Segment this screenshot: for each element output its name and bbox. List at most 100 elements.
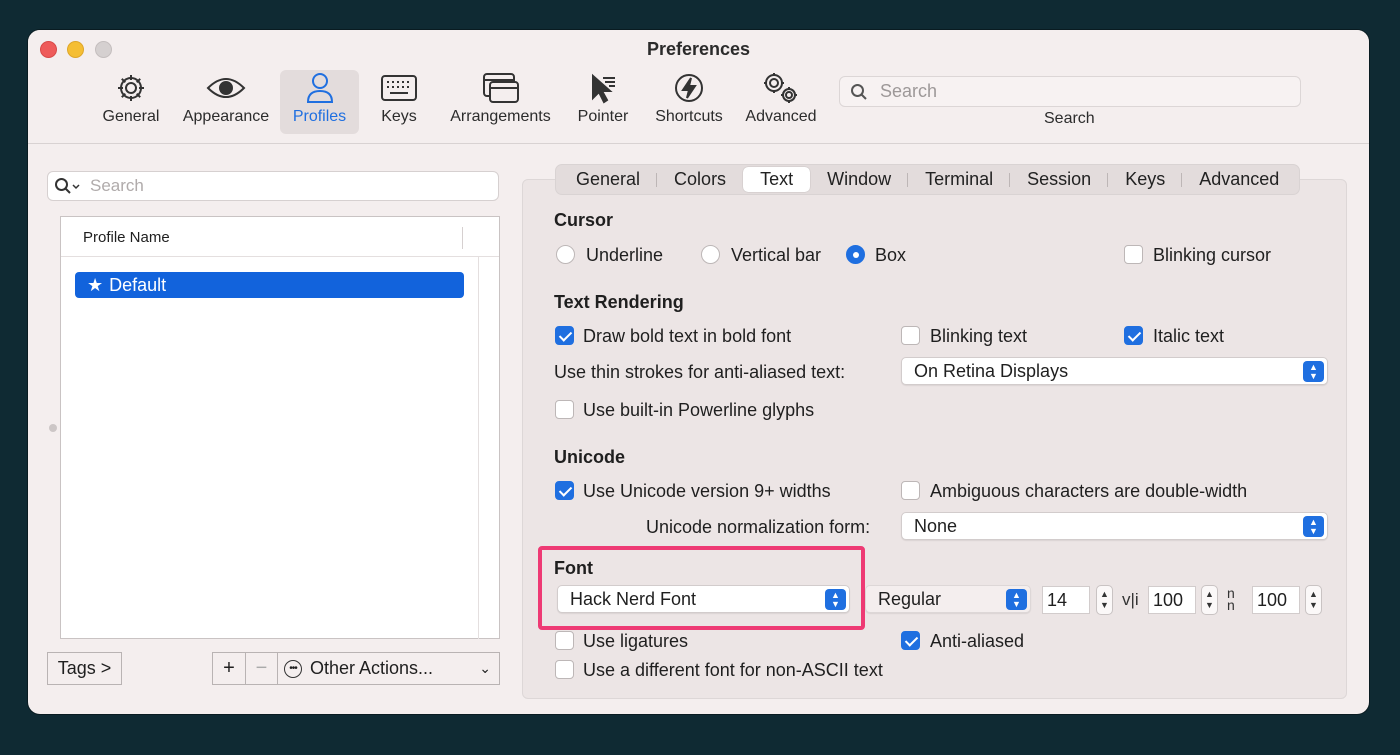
preferences-search-field[interactable] — [839, 76, 1301, 107]
toolbar-advanced[interactable]: Advanced — [740, 70, 822, 134]
blinking-cursor-checkbox[interactable] — [1124, 245, 1143, 264]
anti-aliased-checkbox[interactable] — [901, 631, 920, 650]
powerline-checkbox[interactable] — [555, 400, 574, 419]
anti-aliased-label[interactable]: Anti-aliased — [930, 631, 1024, 652]
tab-advanced[interactable]: Advanced — [1182, 167, 1296, 192]
search-dropdown-icon[interactable] — [54, 177, 80, 195]
non-ascii-font-label[interactable]: Use a different font for non-ASCII text — [583, 660, 883, 681]
italic-text-checkbox[interactable] — [1124, 326, 1143, 345]
cursor-box-radio[interactable] — [846, 245, 865, 264]
vertical-spacing-field[interactable]: 100 — [1252, 586, 1300, 614]
profile-row-default[interactable]: ★ Default — [75, 272, 464, 298]
horizontal-spacing-field[interactable]: 100 — [1148, 586, 1196, 614]
thin-strokes-label: Use thin strokes for anti-aliased text: — [554, 362, 846, 382]
chevron-down-icon: ⌄ — [479, 660, 491, 676]
other-actions-label: Other Actions... — [310, 658, 434, 678]
cursor-box-label[interactable]: Box — [875, 245, 906, 266]
font-section-title: Font — [554, 558, 593, 578]
unicode-v9-label[interactable]: Use Unicode version 9+ widths — [583, 481, 831, 502]
search-label: Search — [1044, 110, 1095, 127]
bold-font-label[interactable]: Draw bold text in bold font — [583, 326, 791, 347]
tab-keys[interactable]: Keys — [1108, 167, 1183, 192]
font-family-value: Hack Nerd Font — [570, 588, 697, 609]
remove-profile-button[interactable]: − — [246, 653, 278, 684]
blinking-cursor-label[interactable]: Blinking cursor — [1153, 245, 1271, 266]
toolbar-pointer[interactable]: Pointer — [570, 70, 636, 134]
thin-strokes-value: On Retina Displays — [914, 360, 1069, 381]
cursor-vertical-bar-label[interactable]: Vertical bar — [731, 245, 821, 266]
ambiguous-width-checkbox[interactable] — [901, 481, 920, 500]
horizontal-spacing-icon: v|i — [1122, 590, 1139, 609]
keyboard-icon — [381, 75, 417, 101]
tab-window[interactable]: Window — [810, 167, 909, 192]
vertical-spacing-icon: nn — [1227, 585, 1235, 613]
profile-tabs: General Colors Text Window Terminal Sess… — [555, 164, 1301, 195]
font-family-popup[interactable]: Hack Nerd Font ▲ ▼ — [557, 585, 850, 613]
column-divider — [462, 227, 463, 249]
italic-text-label[interactable]: Italic text — [1153, 326, 1224, 347]
profile-name: Default — [109, 274, 167, 295]
updown-arrows-icon: ▲ ▼ — [825, 589, 846, 610]
ligatures-checkbox[interactable] — [555, 631, 574, 650]
tab-general[interactable]: General — [559, 167, 658, 192]
list-scroll-divider — [478, 257, 479, 639]
bolt-icon — [675, 74, 703, 102]
thin-strokes-popup[interactable]: On Retina Displays ▲ ▼ — [901, 357, 1328, 385]
cursor-underline-radio[interactable] — [556, 245, 575, 264]
toolbar-arrangements[interactable]: Arrangements — [443, 70, 558, 134]
toolbar-keys[interactable]: Keys — [372, 70, 426, 134]
horizontal-spacing-stepper[interactable]: ▲ ▼ — [1201, 585, 1218, 615]
non-ascii-font-checkbox[interactable] — [555, 660, 574, 679]
font-size-field[interactable]: 14 — [1042, 586, 1090, 614]
cursor-underline-label[interactable]: Underline — [586, 245, 663, 266]
cursor-vertical-bar-radio[interactable] — [701, 245, 720, 264]
gear-icon — [118, 75, 144, 101]
profile-actions-group: + − ••• Other Actions... ⌄ — [212, 652, 500, 685]
tab-colors[interactable]: Colors — [657, 167, 743, 192]
ligatures-label[interactable]: Use ligatures — [583, 631, 688, 652]
powerline-label[interactable]: Use built-in Powerline glyphs — [583, 400, 814, 421]
split-view-handle[interactable] — [49, 424, 57, 432]
font-style-popup[interactable]: Regular ▲ ▼ — [865, 585, 1031, 613]
tab-text[interactable]: Text — [743, 167, 811, 192]
updown-arrows-icon: ▲ ▼ — [1006, 589, 1027, 610]
toolbar-profiles[interactable]: Profiles — [280, 70, 359, 134]
cursor-section-title: Cursor — [554, 210, 614, 230]
tags-button[interactable]: Tags > — [47, 652, 122, 685]
unicode-section-title: Unicode — [554, 447, 626, 467]
normalization-popup[interactable]: None ▲ ▼ — [901, 512, 1328, 540]
other-actions-menu[interactable]: ••• Other Actions... ⌄ — [278, 653, 499, 684]
preferences-window: Preferences General Appearance Profiles … — [28, 30, 1369, 714]
updown-arrows-icon: ▲ ▼ — [1303, 361, 1324, 382]
font-style-value: Regular — [878, 588, 942, 609]
tab-session[interactable]: Session — [1010, 167, 1109, 192]
windows-icon — [482, 73, 519, 103]
text-rendering-section-title: Text Rendering — [554, 292, 684, 312]
vertical-spacing-stepper[interactable]: ▲ ▼ — [1305, 585, 1322, 615]
font-size-stepper[interactable]: ▲ ▼ — [1096, 585, 1113, 615]
pointer-icon — [592, 73, 615, 104]
eye-icon — [206, 78, 246, 98]
titlebar: Preferences General Appearance Profiles … — [28, 30, 1369, 144]
profile-search-field[interactable] — [47, 171, 499, 201]
preferences-search-input[interactable] — [878, 80, 1278, 103]
toolbar-general[interactable]: General — [96, 70, 166, 134]
ellipsis-circle-icon: ••• — [284, 659, 302, 678]
ambiguous-width-label[interactable]: Ambiguous characters are double-width — [930, 481, 1247, 502]
bold-font-checkbox[interactable] — [555, 326, 574, 345]
blinking-text-label[interactable]: Blinking text — [930, 326, 1027, 347]
tab-terminal[interactable]: Terminal — [908, 167, 1011, 192]
star-icon: ★ — [87, 274, 104, 295]
window-title: Preferences — [646, 39, 751, 59]
normalization-label: Unicode normalization form: — [646, 517, 871, 537]
column-header-profile-name[interactable]: Profile Name — [83, 229, 170, 246]
toolbar-appearance[interactable]: Appearance — [178, 70, 274, 134]
toolbar-shortcuts[interactable]: Shortcuts — [648, 70, 730, 134]
profile-list-header: Profile Name — [61, 217, 499, 257]
add-profile-button[interactable]: + — [213, 653, 246, 684]
search-icon — [851, 83, 867, 100]
blinking-text-checkbox[interactable] — [901, 326, 920, 345]
profile-search-input[interactable] — [88, 175, 468, 197]
unicode-v9-checkbox[interactable] — [555, 481, 574, 500]
person-icon — [306, 73, 333, 103]
